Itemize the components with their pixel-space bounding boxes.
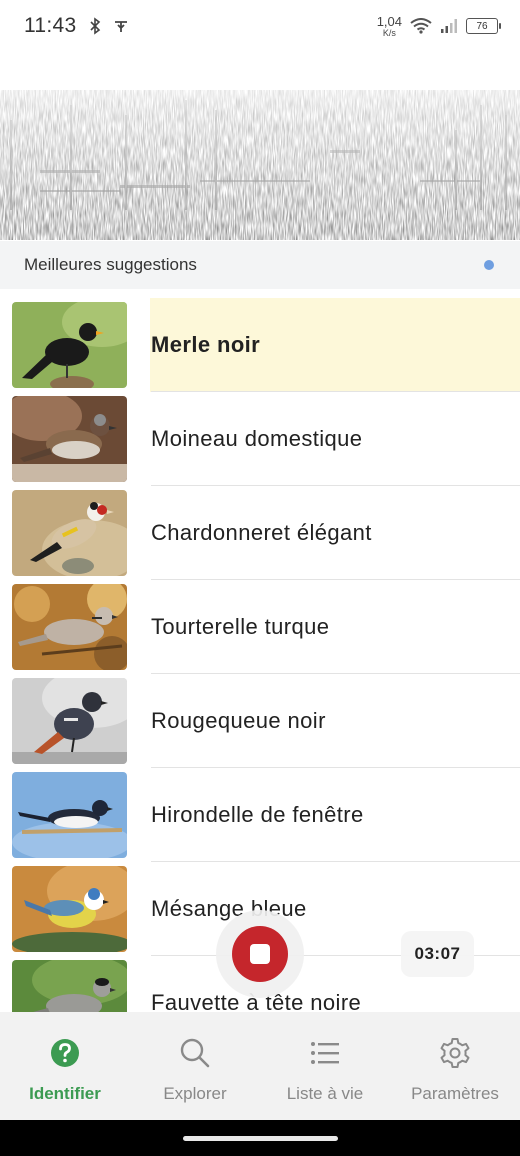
list-item[interactable]: Hirondelle de fenêtre <box>0 768 520 862</box>
bird-name: Rougequeue noir <box>151 708 326 733</box>
list-item[interactable]: Merle noir <box>0 298 520 392</box>
list-item[interactable]: Chardonneret élégant <box>0 486 520 580</box>
bird-photo <box>12 866 127 952</box>
bird-name: Chardonneret élégant <box>151 520 372 545</box>
list-item[interactable]: Tourterelle turque <box>0 580 520 674</box>
home-indicator[interactable] <box>183 1136 338 1141</box>
stop-recording-button[interactable] <box>216 910 304 998</box>
suggestions-header: Meilleures suggestions <box>0 241 520 289</box>
nfc-icon <box>114 21 127 32</box>
bird-photo <box>12 396 127 482</box>
bird-name: Merle noir <box>151 332 261 357</box>
bird-photo <box>12 584 127 670</box>
bird-name: Hirondelle de fenêtre <box>151 802 364 827</box>
bird-suggestion-list: Merle noir Moineau domestique Chardonner… <box>0 298 520 1012</box>
network-speed: 1,04 K/s <box>376 13 402 38</box>
bird-name: Moineau domestique <box>151 426 363 451</box>
signal-icon <box>441 19 457 33</box>
question-circle-icon <box>51 1039 79 1067</box>
bird-photo <box>12 302 127 388</box>
bird-photo <box>12 960 127 1012</box>
nav-label: Identifier <box>29 1084 101 1103</box>
status-time: 11:43 <box>24 14 77 37</box>
list-item[interactable]: Rougequeue noir <box>0 674 520 768</box>
list-item[interactable]: Moineau domestique <box>0 392 520 486</box>
nav-label: Liste à vie <box>286 1084 364 1103</box>
gear-icon <box>440 1038 470 1068</box>
battery-icon: 76 <box>466 18 501 34</box>
recording-timer: 03:07 <box>401 931 474 977</box>
search-icon <box>180 1038 210 1068</box>
wifi-icon <box>410 18 432 34</box>
list-icon <box>311 1042 339 1064</box>
bird-photo <box>12 490 127 576</box>
status-bar: 11:43 1,04 K/s 76 <box>0 0 520 52</box>
bird-name: Tourterelle turque <box>151 614 330 639</box>
bird-photo <box>12 678 127 764</box>
nav-life-list[interactable]: Liste à vie <box>260 1012 390 1120</box>
nav-label: Paramètres <box>411 1084 499 1103</box>
nav-label: Explorer <box>163 1084 227 1103</box>
bird-photo <box>12 772 127 858</box>
bluetooth-icon <box>89 17 100 35</box>
nav-identifier[interactable]: Identifier <box>0 1012 130 1120</box>
nav-explorer[interactable]: Explorer <box>130 1012 260 1120</box>
bottom-navigation: Identifier Explorer Liste à vie Paramètr… <box>0 1012 520 1120</box>
nav-settings[interactable]: Paramètres <box>390 1012 520 1120</box>
suggestions-title: Meilleures suggestions <box>24 255 197 274</box>
status-dot <box>484 260 494 270</box>
record-indicator <box>232 926 288 982</box>
spectrogram <box>0 60 520 240</box>
stop-icon <box>250 944 270 964</box>
system-navigation-bar <box>0 1120 520 1156</box>
